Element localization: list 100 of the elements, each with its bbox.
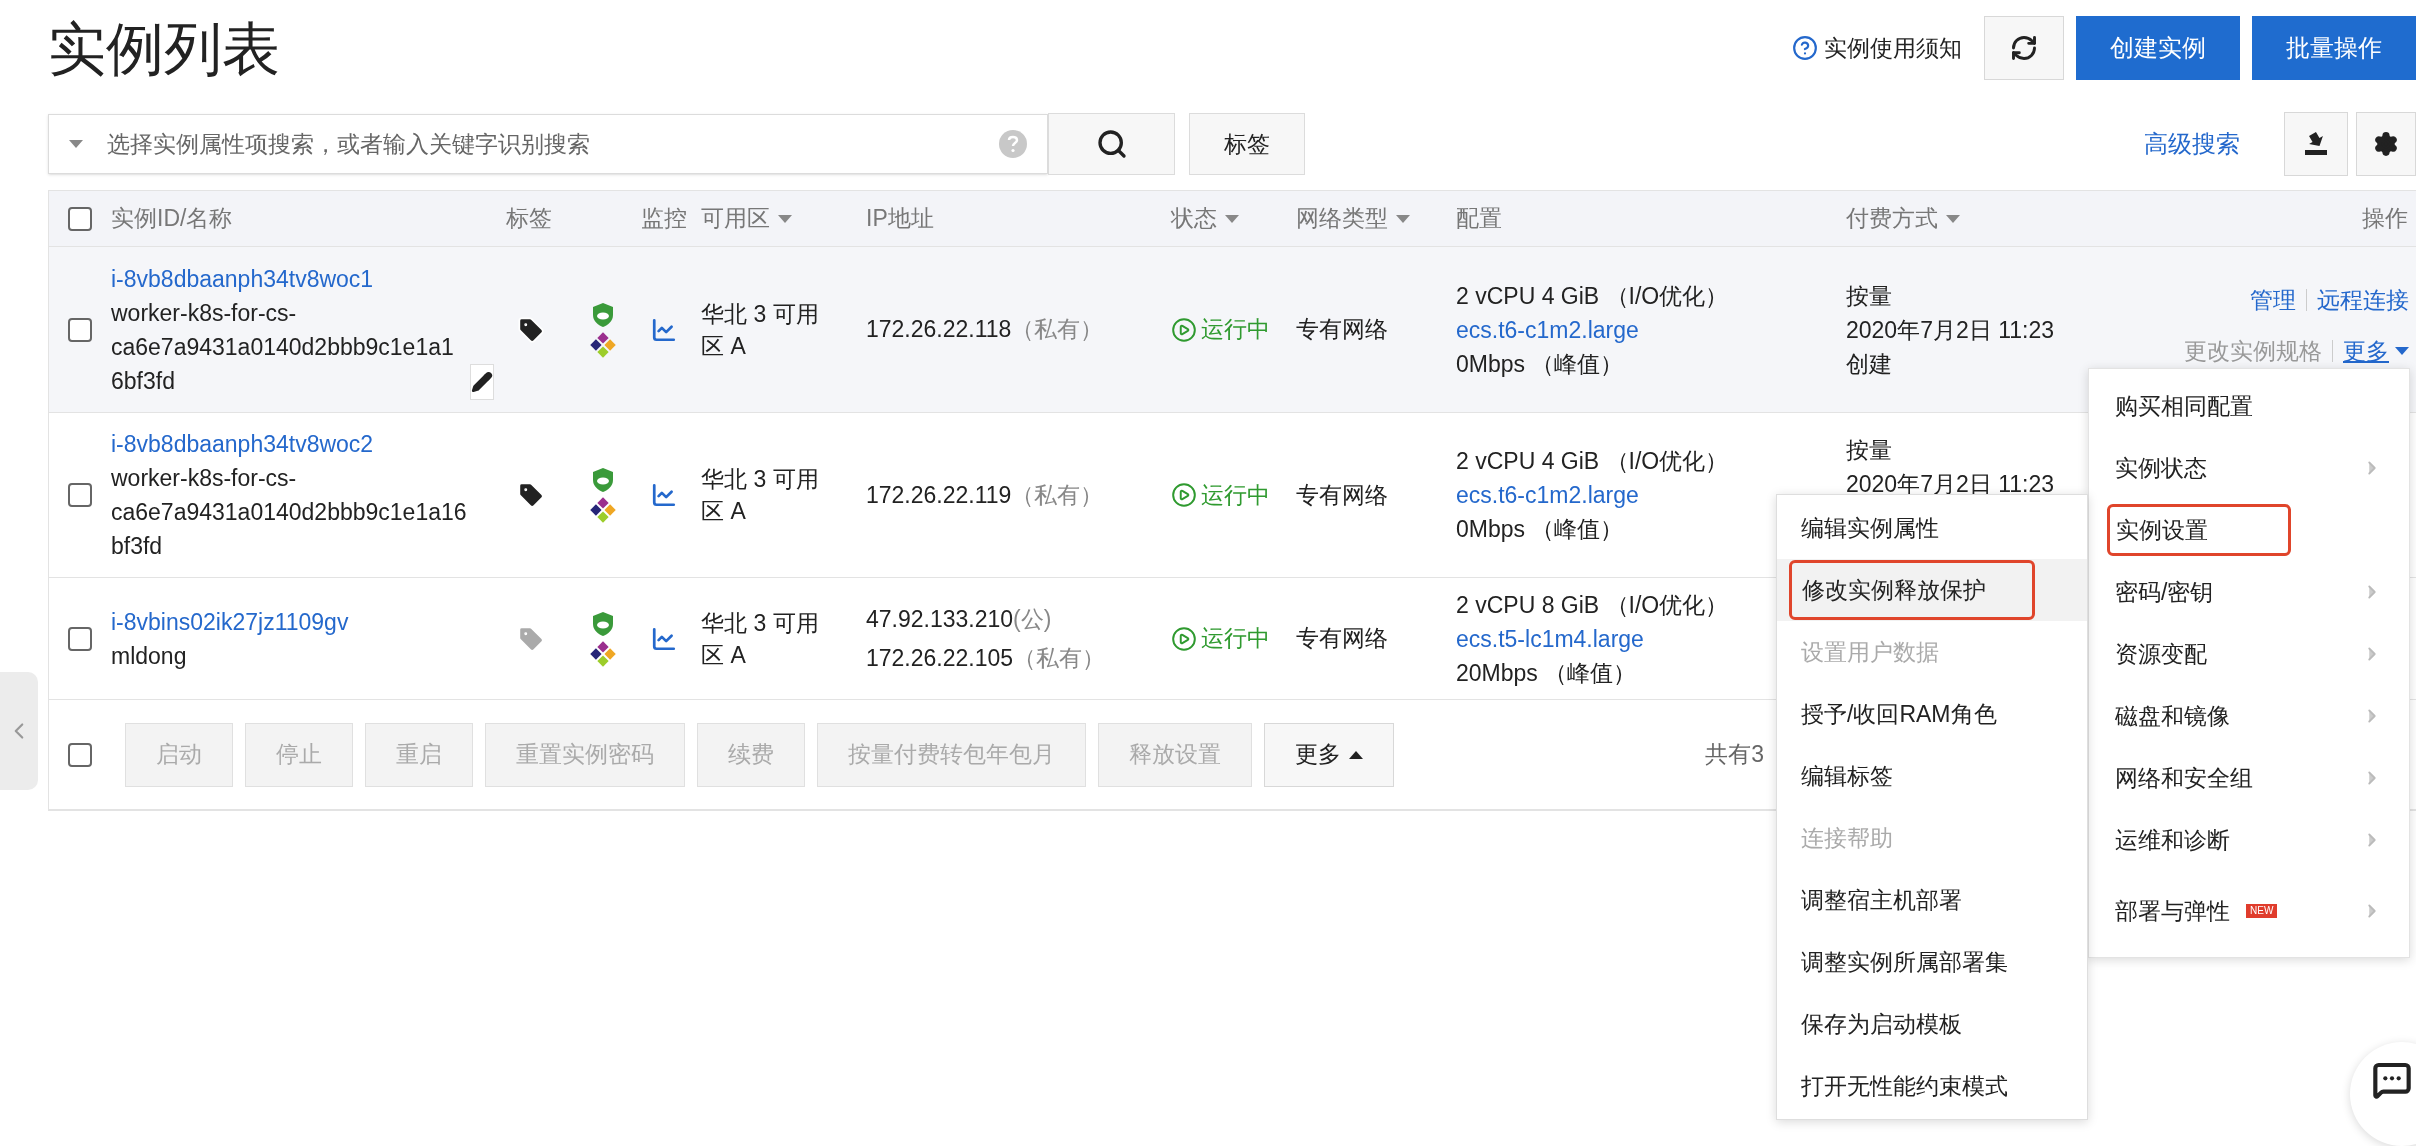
config-spec: 2 vCPU 4 GiB （I/O优化） (1456, 281, 1729, 311)
action-link[interactable]: 远程连接 (2317, 283, 2409, 318)
running-icon (1171, 316, 1197, 343)
total-count: 共有3 (1705, 740, 1764, 770)
column-header: 操作 (2362, 204, 2408, 234)
checkbox[interactable] (68, 483, 92, 507)
menu-item[interactable]: 部署与弹性 NEW (2089, 871, 2409, 951)
menu-item[interactable]: 资源变配 (2089, 623, 2409, 685)
instance-type-link[interactable]: ecs.t6-c1m2.large (1456, 478, 1639, 512)
network-type: 专有网络 (1296, 316, 1388, 343)
notice-link[interactable]: 实例使用须知 (1792, 30, 1962, 66)
billing-text: 按量 (1846, 436, 1892, 465)
caret-icon (1225, 214, 1239, 223)
instance-id-link[interactable]: i-8vbins02ik27jz1109gv (111, 604, 349, 639)
ip-address: 172.26.22.118（私有） (866, 315, 1105, 345)
export-button[interactable] (2284, 112, 2348, 176)
bandwidth-text: 20Mbps （峰值） (1456, 658, 1637, 688)
submenu-item[interactable]: 调整实例所属部署集 (1801, 944, 2008, 980)
column-header: 实例ID/名称 (111, 204, 233, 234)
column-header[interactable]: 付费方式 (1846, 201, 1960, 236)
caret-icon (1946, 214, 1960, 223)
caret-icon (69, 140, 83, 148)
instance-type-link[interactable]: ecs.t5-lc1m4.large (1456, 621, 1644, 656)
collapse-handle[interactable] (0, 672, 38, 790)
monitor-chart-icon[interactable] (651, 482, 677, 508)
menu-item[interactable]: 运维和诊断 (2089, 809, 2409, 871)
pinwheel-icon (589, 640, 616, 667)
running-icon (1171, 482, 1197, 508)
config-spec: 2 vCPU 8 GiB （I/O优化） (1456, 590, 1729, 620)
shield-icon (590, 301, 615, 328)
menu-item[interactable]: 实例状态 (2089, 437, 2409, 499)
column-header: 标签 (506, 204, 552, 234)
network-type: 专有网络 (1296, 481, 1388, 508)
submenu-item[interactable]: 编辑标签 (1801, 758, 1893, 794)
submenu-item[interactable]: 修改实例释放保护 (1789, 560, 2035, 620)
zone-text: 华北 3 可用区 A (701, 299, 820, 361)
refresh-icon (2010, 34, 2038, 62)
action-link[interactable]: 更多 (2343, 333, 2409, 368)
checkbox[interactable] (68, 626, 92, 651)
bandwidth-text: 0Mbps （峰值） (1456, 349, 1624, 379)
edit-button[interactable] (470, 363, 494, 400)
tag-icon[interactable] (517, 481, 545, 509)
refresh-button[interactable] (1984, 16, 2064, 80)
checkbox[interactable] (68, 742, 92, 767)
ip-address: 172.26.22.119（私有） (866, 480, 1105, 510)
column-header: IP地址 (866, 204, 934, 234)
export-icon (2303, 131, 2329, 157)
bandwidth-text: 0Mbps （峰值） (1456, 515, 1624, 544)
search-input[interactable]: 选择实例属性项搜索，或者输入关键字识别搜索 (107, 126, 999, 162)
page-title: 实例列表 (48, 15, 280, 83)
search-button[interactable] (1048, 113, 1175, 175)
primary-button[interactable]: 创建实例 (2076, 16, 2240, 80)
submenu-item[interactable]: 保存为启动模板 (1801, 1006, 1962, 1042)
tag-button[interactable]: 标签 (1189, 113, 1305, 175)
search-field[interactable]: 选择实例属性项搜索，或者输入关键字识别搜索 (48, 114, 1048, 174)
pinwheel-icon (589, 331, 616, 358)
caret-icon (2395, 346, 2409, 355)
checkbox[interactable] (68, 206, 92, 231)
monitor-chart-icon[interactable] (651, 316, 677, 343)
zone-text: 华北 3 可用区 A (701, 465, 820, 526)
instance-type-link[interactable]: ecs.t6-c1m2.large (1456, 312, 1639, 347)
action-link[interactable]: 管理 (2250, 283, 2296, 318)
column-header[interactable]: 可用区 (701, 201, 792, 236)
new-badge: NEW (2246, 904, 2278, 918)
search-icon (1095, 128, 1128, 160)
submenu-item[interactable]: 调整宿主机部署 (1801, 882, 1962, 918)
caret-icon (1349, 750, 1363, 759)
shield-icon (590, 467, 615, 493)
help-icon (1792, 35, 1818, 61)
network-type: 专有网络 (1296, 625, 1388, 652)
settings-button[interactable] (2356, 112, 2416, 176)
checkbox[interactable] (68, 317, 92, 342)
menu-item[interactable]: 网络和安全组 (2089, 747, 2409, 809)
chat-icon (2372, 1060, 2412, 1100)
pencil-icon (471, 370, 493, 393)
column-header[interactable]: 状态 (1171, 201, 1239, 236)
submenu-item[interactable]: 打开无性能约束模式 (1801, 1068, 2008, 1104)
billing-text: 创建 (1846, 349, 1892, 379)
instance-name: worker-k8s-for-cs-ca6e7a9431a0140d2bbb9c1e1a16bf3fd (111, 464, 468, 561)
shield-icon (590, 610, 615, 637)
status-text: 运行中 (1171, 312, 1296, 347)
help-icon (999, 130, 1027, 158)
zone-text: 华北 3 可用区 A (701, 608, 820, 670)
instance-name: worker-k8s-for-cs-ca6e7a9431a0140d2bbb9c1e1a16bf3fd (111, 298, 455, 396)
billing-text: 2020年7月2日 11:23 (1846, 470, 2054, 499)
ip-address: 172.26.22.105（私有） (866, 643, 1107, 673)
column-header[interactable]: 网络类型 (1296, 201, 1410, 236)
billing-text: 2020年7月2日 11:23 (1846, 315, 2054, 345)
instance-id-link[interactable]: i-8vb8dbaanph34tv8woc2 (111, 427, 374, 461)
caret-icon (778, 214, 792, 223)
advanced-search-link[interactable]: 高级搜索 (2144, 126, 2240, 162)
status-text: 运行中 (1171, 621, 1296, 656)
monitor-chart-icon[interactable] (651, 625, 677, 652)
batch-button[interactable]: 更多 (1264, 722, 1394, 787)
ip-address: 47.92.133.210(公) (866, 605, 1053, 634)
primary-button[interactable]: 批量操作 (2252, 16, 2416, 80)
instance-id-link[interactable]: i-8vb8dbaanph34tv8woc1 (111, 261, 374, 296)
column-header: 监控 (641, 204, 687, 234)
tag-icon[interactable] (517, 315, 545, 344)
submenu-item[interactable]: 编辑实例属性 (1801, 510, 1939, 546)
